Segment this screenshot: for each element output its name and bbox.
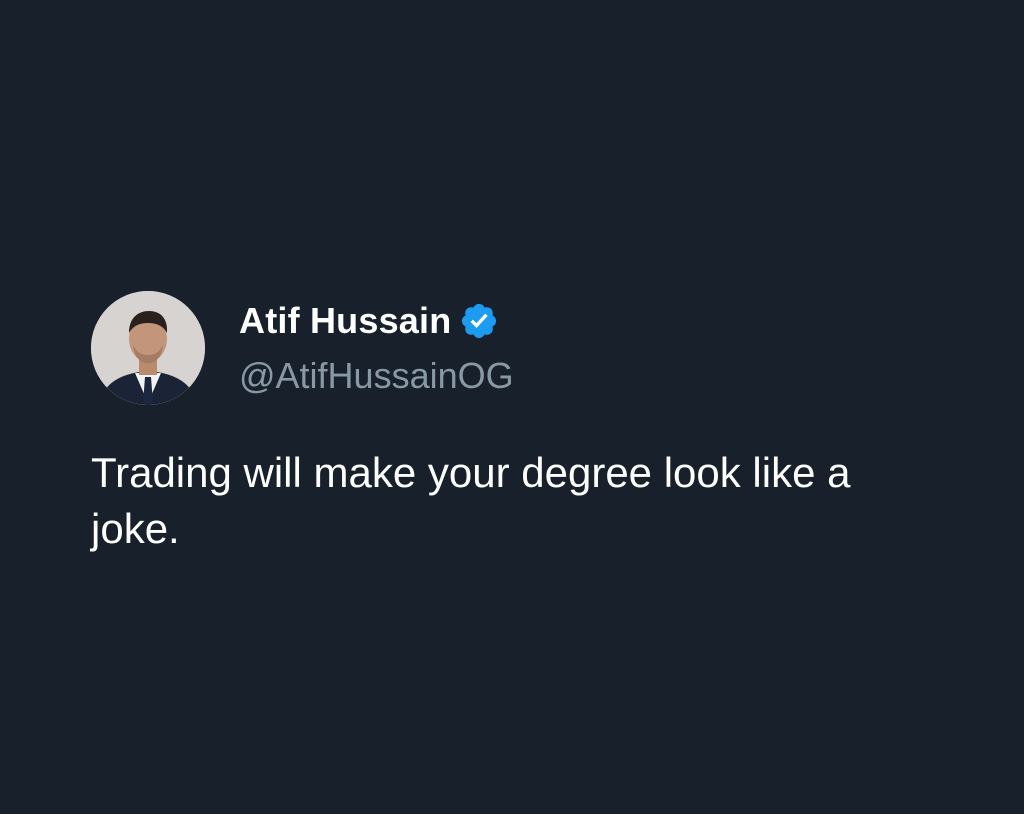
user-handle[interactable]: @AtifHussainOG: [239, 355, 514, 397]
verified-badge-icon: [459, 301, 499, 341]
display-name[interactable]: Atif Hussain: [239, 300, 451, 342]
tweet-header: Atif Hussain @AtifHussainOG: [91, 291, 991, 405]
name-row: Atif Hussain: [239, 299, 514, 343]
tweet-card: Atif Hussain @AtifHussainOG Trading will…: [91, 291, 991, 557]
avatar-image: [91, 291, 205, 405]
author-identity: Atif Hussain @AtifHussainOG: [239, 299, 514, 397]
avatar[interactable]: [91, 291, 205, 405]
tweet-text: Trading will make your degree look like …: [91, 449, 851, 552]
